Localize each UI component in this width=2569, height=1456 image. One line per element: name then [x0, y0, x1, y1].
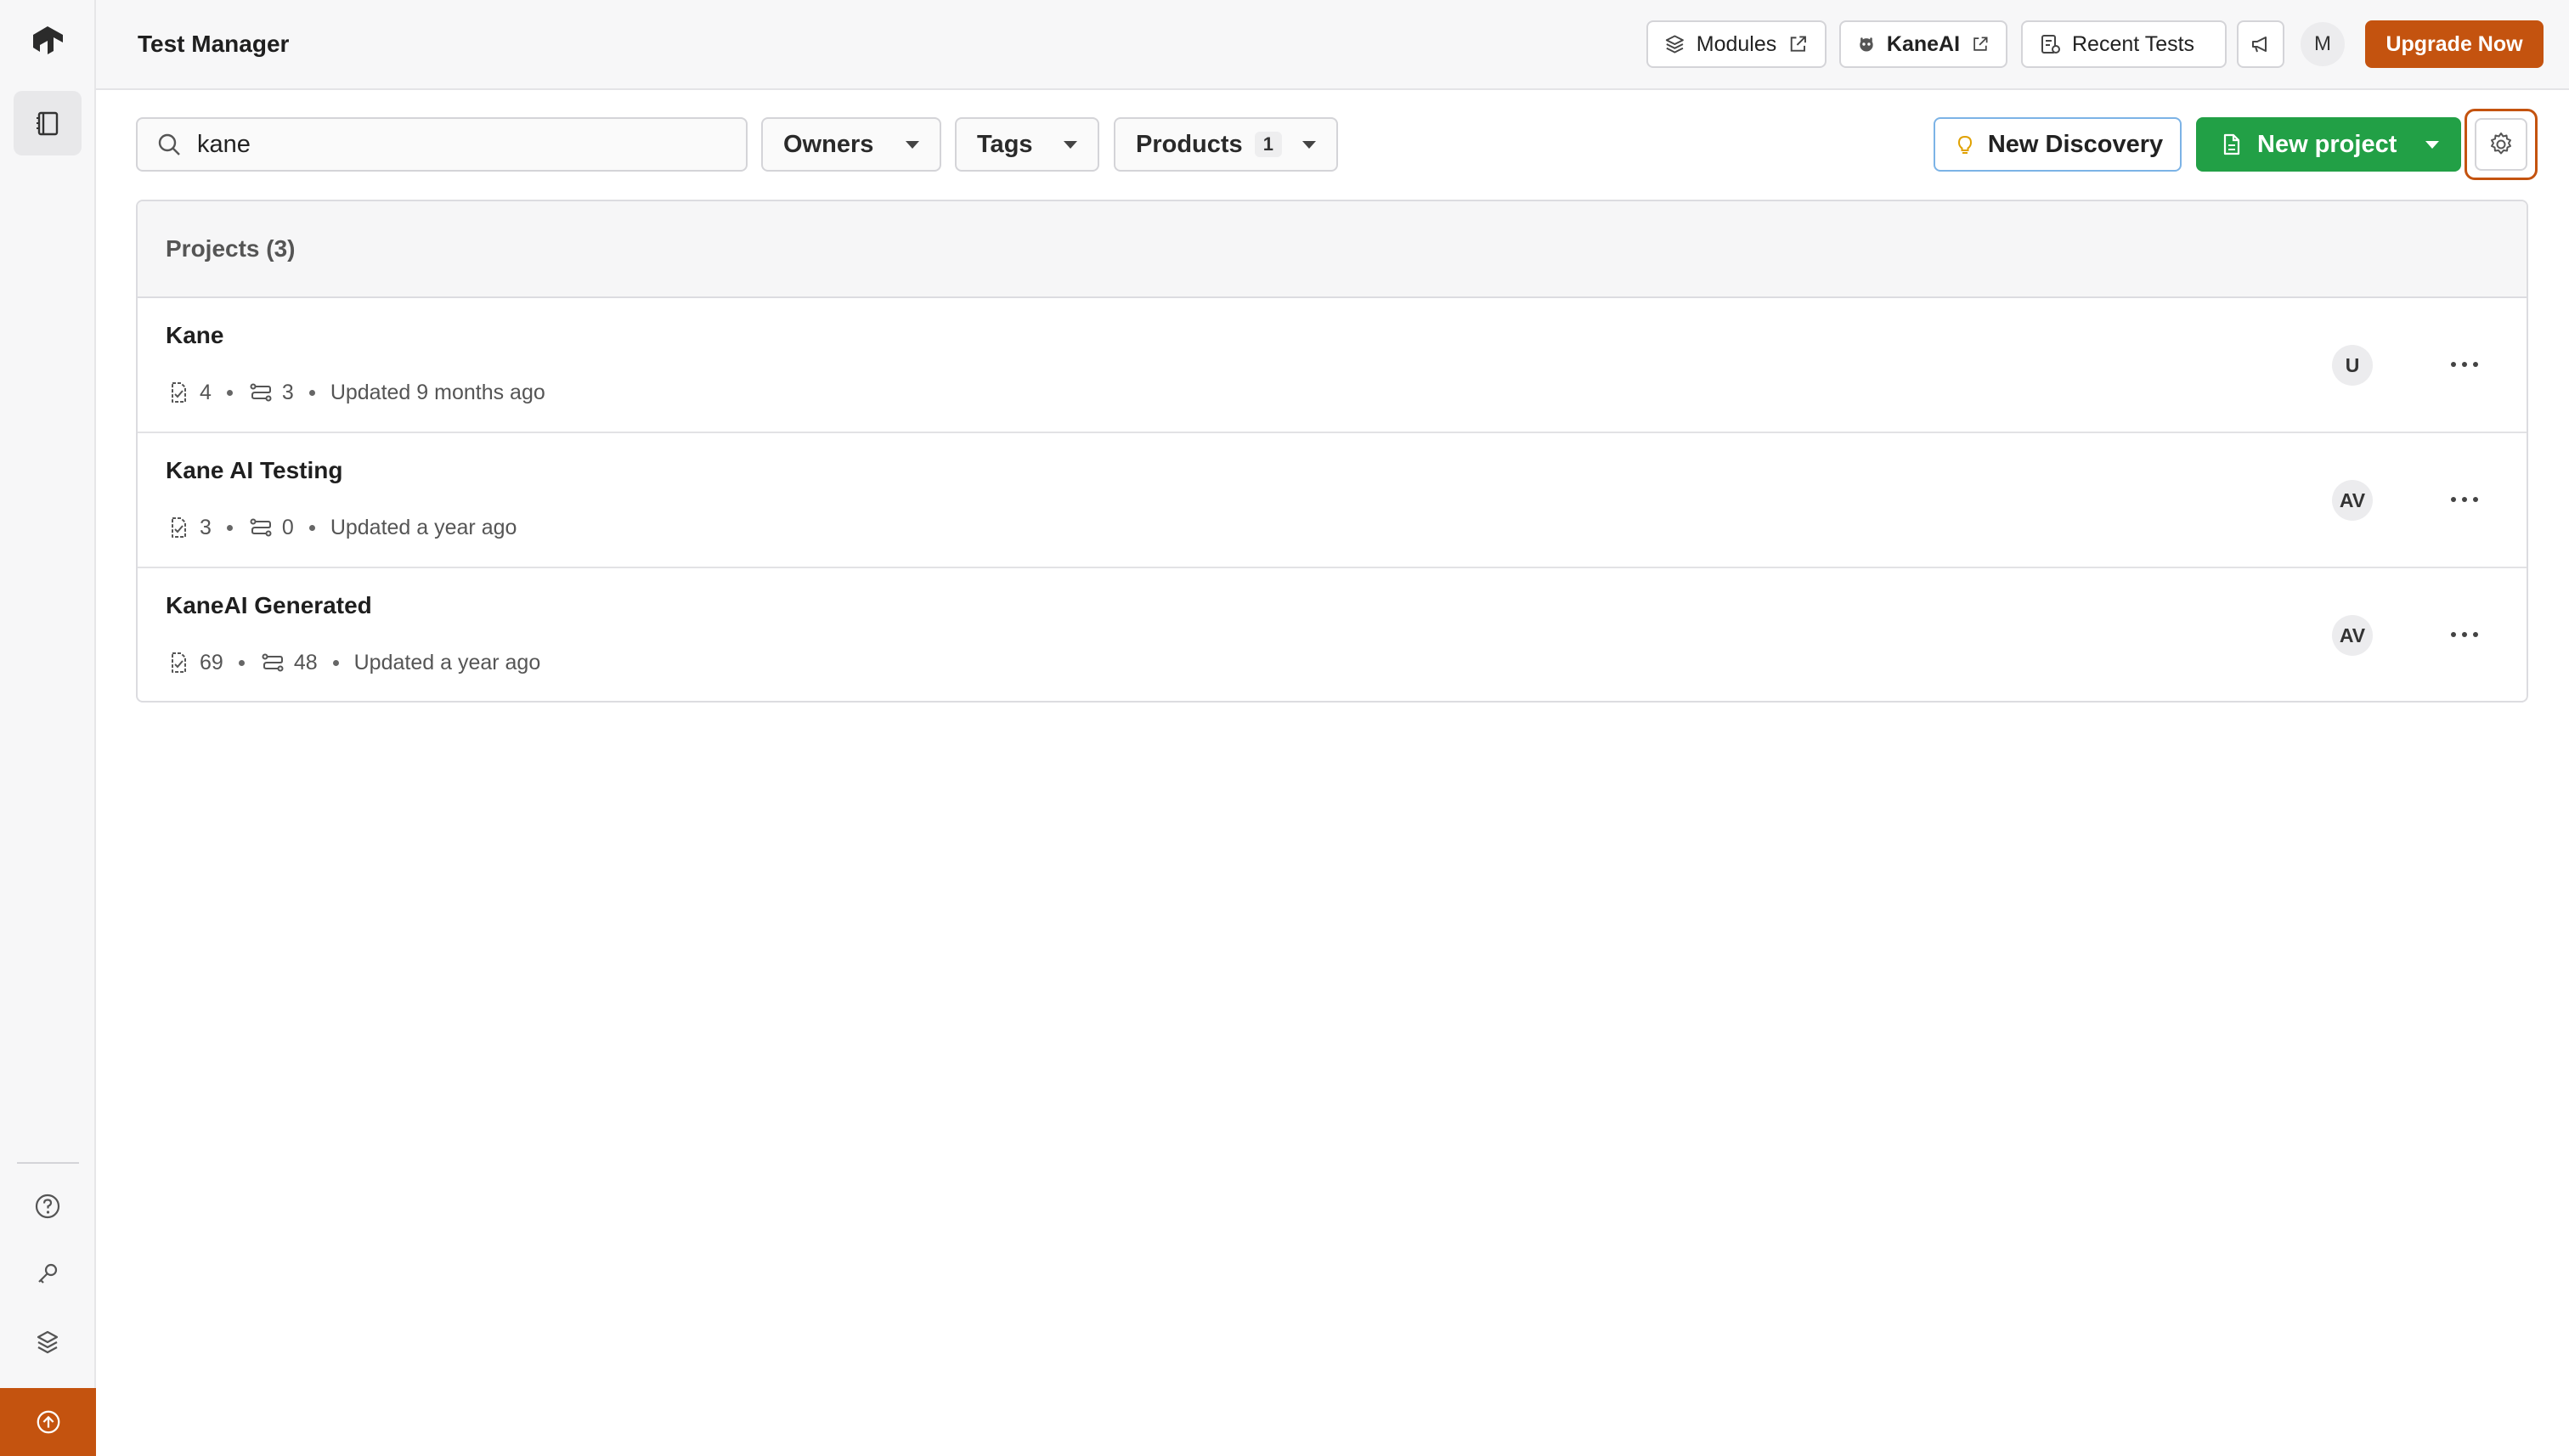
- owners-filter[interactable]: Owners: [761, 117, 941, 172]
- project-row[interactable]: KaneAI Generated 69 48 Updated a year ag…: [138, 568, 2527, 701]
- search-input[interactable]: [197, 130, 707, 159]
- test-run-icon: [262, 653, 284, 672]
- sidebar: [0, 0, 96, 1456]
- recent-tests-label: Recent Tests: [2072, 31, 2195, 56]
- search-icon: [158, 133, 180, 155]
- external-link-icon: [1791, 36, 1807, 52]
- help-icon: [35, 1194, 60, 1219]
- modules-button[interactable]: Modules: [1646, 20, 1827, 68]
- test-case-icon: [172, 517, 186, 538]
- projects-heading: Projects (3): [138, 201, 2527, 298]
- top-header: Test Manager Modules KaneAI Recent Tests…: [96, 0, 2569, 90]
- test-run-icon: [250, 383, 272, 402]
- kaneai-label: KaneAI: [1886, 31, 1961, 56]
- owner-avatar: AV: [2332, 480, 2373, 521]
- tags-filter-label: Tags: [977, 130, 1033, 158]
- test-case-count: 69: [200, 650, 223, 674]
- layers-icon: [37, 1330, 59, 1354]
- settings-button[interactable]: [2475, 118, 2527, 171]
- gear-icon: [2491, 133, 2511, 155]
- owners-filter-label: Owners: [783, 130, 874, 158]
- kaneai-icon: [1860, 37, 1873, 52]
- user-avatar[interactable]: M: [2301, 22, 2345, 66]
- chevron-down-icon: [1064, 140, 1077, 149]
- project-name[interactable]: KaneAI Generated: [166, 592, 372, 619]
- more-icon[interactable]: [2444, 484, 2485, 515]
- recent-tests-button[interactable]: Recent Tests: [2021, 20, 2227, 68]
- sidebar-item-help[interactable]: [14, 1174, 82, 1239]
- sidebar-item-test-manager[interactable]: [14, 91, 82, 155]
- recent-tests-icon: [2041, 35, 2060, 54]
- test-run-count: 48: [293, 650, 318, 674]
- settings-focus-ring: [2465, 109, 2538, 180]
- project-name[interactable]: Kane AI Testing: [166, 457, 342, 484]
- test-case-count: 3: [200, 515, 212, 539]
- key-icon: [38, 1263, 58, 1284]
- test-run-count: 3: [281, 380, 294, 404]
- updated-text: Updated a year ago: [330, 515, 517, 539]
- separator-dot: [308, 389, 315, 396]
- document-icon: [2223, 133, 2240, 155]
- sidebar-item-keys[interactable]: [14, 1242, 82, 1306]
- new-discovery-label: New Discovery: [1987, 130, 2164, 158]
- owner-avatar: AV: [2332, 615, 2373, 656]
- separator-dot: [226, 524, 233, 531]
- separator-dot: [238, 659, 245, 666]
- separator-dot: [332, 659, 339, 666]
- project-meta: 69 48 Updated a year ago: [166, 650, 540, 675]
- new-project-label: New project: [2257, 130, 2397, 158]
- products-count-badge: 1: [1254, 132, 1282, 157]
- projects-table: Projects (3) Kane 4 3 Updated 9 months a…: [136, 200, 2528, 703]
- upgrade-arrow-icon: [37, 1410, 59, 1434]
- updated-text: Updated a year ago: [353, 650, 541, 674]
- separator-dot: [308, 524, 315, 531]
- project-name[interactable]: Kane: [166, 322, 223, 349]
- project-meta: 3 0 Updated a year ago: [166, 515, 517, 540]
- sidebar-upgrade-button[interactable]: [0, 1388, 96, 1456]
- megaphone-icon: [2252, 37, 2267, 53]
- kaneai-button[interactable]: KaneAI: [1839, 20, 2007, 68]
- announcements-button[interactable]: [2237, 20, 2284, 68]
- project-meta: 4 3 Updated 9 months ago: [166, 380, 545, 405]
- search-box: [136, 117, 748, 172]
- lightbulb-icon: [1957, 135, 1972, 154]
- test-case-icon: [172, 382, 186, 403]
- test-run-count: 0: [281, 515, 294, 539]
- owner-avatar: U: [2332, 345, 2373, 386]
- layers-icon: [1665, 35, 1684, 54]
- sidebar-divider: [17, 1162, 79, 1164]
- test-case-icon: [172, 652, 186, 673]
- separator-dot: [226, 389, 233, 396]
- more-icon[interactable]: [2444, 619, 2485, 650]
- new-project-button[interactable]: New project: [2196, 117, 2461, 172]
- more-icon[interactable]: [2444, 349, 2485, 380]
- tags-filter[interactable]: Tags: [955, 117, 1099, 172]
- test-case-count: 4: [200, 380, 212, 404]
- page-title: Test Manager: [138, 31, 290, 57]
- modules-label: Modules: [1696, 31, 1777, 56]
- sidebar-item-integrations[interactable]: [14, 1310, 82, 1374]
- test-run-icon: [250, 518, 272, 537]
- external-link-icon: [1973, 37, 1988, 51]
- upgrade-now-button[interactable]: Upgrade Now: [2365, 20, 2544, 68]
- updated-text: Updated 9 months ago: [330, 380, 545, 404]
- logo-icon[interactable]: [28, 24, 67, 63]
- chevron-down-icon: [1302, 140, 1316, 149]
- chevron-down-icon: [906, 140, 919, 149]
- project-row[interactable]: Kane 4 3 Updated 9 months ago U: [138, 298, 2527, 433]
- project-row[interactable]: Kane AI Testing 3 0 Updated a year ago A…: [138, 433, 2527, 568]
- chevron-down-icon[interactable]: [2425, 140, 2439, 149]
- products-filter-label: Products: [1136, 130, 1243, 158]
- products-filter[interactable]: Products 1: [1114, 117, 1338, 172]
- new-discovery-button[interactable]: New Discovery: [1934, 117, 2182, 172]
- notebook-icon: [37, 111, 59, 136]
